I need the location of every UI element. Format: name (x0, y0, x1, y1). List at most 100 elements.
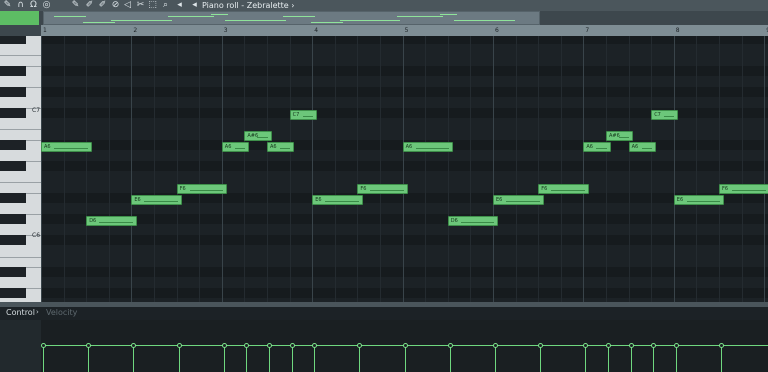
velocity-handle[interactable] (41, 343, 46, 349)
magnet-icon[interactable]: ∩ (15, 0, 26, 11)
parameter-label[interactable]: Velocity (46, 308, 77, 317)
speaker-icon[interactable]: ◂ (189, 0, 200, 11)
velocity-handle[interactable] (86, 343, 92, 349)
velocity-stem[interactable] (269, 346, 270, 372)
window-title[interactable]: Piano roll - Zebralette › (202, 0, 294, 11)
record-icon[interactable]: ◎ (41, 0, 52, 11)
velocity-handle[interactable] (267, 343, 272, 349)
velocity-handle[interactable] (447, 343, 453, 349)
white-key[interactable] (0, 256, 41, 258)
overview-strip[interactable] (43, 11, 540, 25)
black-key[interactable] (0, 235, 26, 246)
velocity-stem[interactable] (608, 346, 609, 372)
velocity-stem[interactable] (359, 346, 361, 372)
note[interactable]: C7 (651, 110, 679, 121)
velocity-stem[interactable] (178, 346, 180, 372)
velocity-handle[interactable] (719, 343, 724, 349)
piano-keyboard[interactable]: C7 C6 (0, 36, 42, 302)
pattern-overview[interactable] (0, 11, 768, 25)
velocity-handle[interactable] (221, 343, 227, 349)
velocity-handle[interactable] (244, 343, 250, 349)
control-label[interactable]: Control (6, 308, 35, 317)
black-key[interactable] (0, 65, 26, 76)
velocity-stem[interactable] (223, 346, 225, 372)
note[interactable]: E6 (312, 195, 363, 205)
note[interactable]: F6 (176, 184, 228, 195)
velocity-stem[interactable] (675, 346, 677, 372)
slice-icon[interactable]: ✂ (135, 0, 146, 11)
note[interactable]: F6 (357, 184, 408, 195)
note-grid[interactable]: A6 D6 E6 F6 A6 A#6 A6 C7 E6 F6 A6 D6 E6 F6 A6 A#6 A6 C7 E6… (41, 36, 768, 302)
velocity-handle[interactable] (357, 343, 363, 349)
note[interactable]: A6 (583, 142, 611, 152)
velocity-handle[interactable] (493, 343, 498, 349)
black-key[interactable] (0, 267, 26, 278)
velocity-stem[interactable] (246, 346, 248, 372)
pencil-icon[interactable]: ✎ (70, 0, 81, 11)
note[interactable]: F6 (719, 184, 768, 195)
black-key[interactable] (0, 36, 26, 44)
brush-icon[interactable]: ✐ (97, 0, 108, 11)
black-key[interactable] (0, 140, 26, 150)
white-key[interactable] (0, 55, 41, 57)
headphones-icon[interactable]: Ω (28, 0, 39, 11)
velocity-stem[interactable] (133, 346, 135, 372)
velocity-handle[interactable] (628, 343, 634, 349)
note[interactable]: A6 (267, 142, 295, 152)
black-key[interactable] (0, 161, 26, 172)
black-key[interactable] (0, 108, 26, 119)
velocity-handle[interactable] (289, 343, 295, 349)
wrench-icon[interactable]: ✎ (2, 0, 13, 11)
note[interactable]: A6 (402, 142, 454, 152)
note[interactable]: C7 (289, 110, 317, 121)
velocity-stem[interactable] (630, 346, 632, 372)
black-key[interactable] (0, 214, 26, 225)
chevron-right-icon[interactable]: › (36, 308, 39, 316)
overview-tab[interactable] (0, 11, 39, 25)
velocity-stem[interactable] (540, 346, 542, 372)
velocity-handle[interactable] (583, 343, 589, 349)
velocity-stem[interactable] (43, 346, 44, 372)
velocity-stem[interactable] (291, 346, 293, 372)
velocity-handle[interactable] (606, 343, 611, 349)
velocity-stem[interactable] (721, 346, 722, 372)
mute-icon[interactable]: ◁ (122, 0, 133, 11)
velocity-handle[interactable] (673, 343, 679, 349)
black-key[interactable] (0, 288, 26, 299)
velocity-stem[interactable] (653, 346, 655, 372)
white-key[interactable] (0, 182, 41, 184)
note[interactable]: A6 (41, 142, 92, 152)
note[interactable]: F6 (538, 184, 589, 195)
velocity-stem[interactable] (585, 346, 587, 372)
zoom-icon[interactable]: ⌕ (160, 0, 171, 11)
speaker-icon[interactable]: ◂ (174, 0, 185, 11)
velocity-stem[interactable] (314, 346, 316, 372)
brush-icon[interactable]: ✐ (84, 0, 95, 11)
note[interactable]: E6 (131, 195, 182, 205)
delete-icon[interactable]: ⊘ (110, 0, 121, 11)
velocity-handle[interactable] (131, 343, 137, 349)
velocity-handle[interactable] (538, 343, 544, 349)
note[interactable]: A#6 (606, 131, 634, 142)
black-key[interactable] (0, 87, 26, 97)
timeline-ruler[interactable]: 123456789 (0, 25, 768, 36)
velocity-stem[interactable] (449, 346, 451, 372)
velocity-handle[interactable] (651, 343, 657, 349)
white-key[interactable] (0, 129, 41, 131)
velocity-lane[interactable] (41, 320, 768, 372)
velocity-stem[interactable] (404, 346, 406, 372)
velocity-handle[interactable] (312, 343, 318, 349)
select-icon[interactable]: ⬚ (147, 0, 158, 11)
velocity-stem[interactable] (495, 346, 496, 372)
note[interactable]: A6 (628, 142, 656, 152)
velocity-handle[interactable] (176, 343, 182, 349)
note[interactable]: E6 (673, 195, 725, 205)
black-key[interactable] (0, 193, 26, 203)
velocity-handle[interactable] (402, 343, 408, 349)
note[interactable]: D6 (447, 216, 499, 227)
note[interactable]: A6 (221, 142, 249, 152)
note[interactable]: A#6 (244, 131, 272, 142)
velocity-stem[interactable] (88, 346, 90, 372)
note[interactable]: E6 (493, 195, 544, 205)
note[interactable]: D6 (86, 216, 137, 227)
